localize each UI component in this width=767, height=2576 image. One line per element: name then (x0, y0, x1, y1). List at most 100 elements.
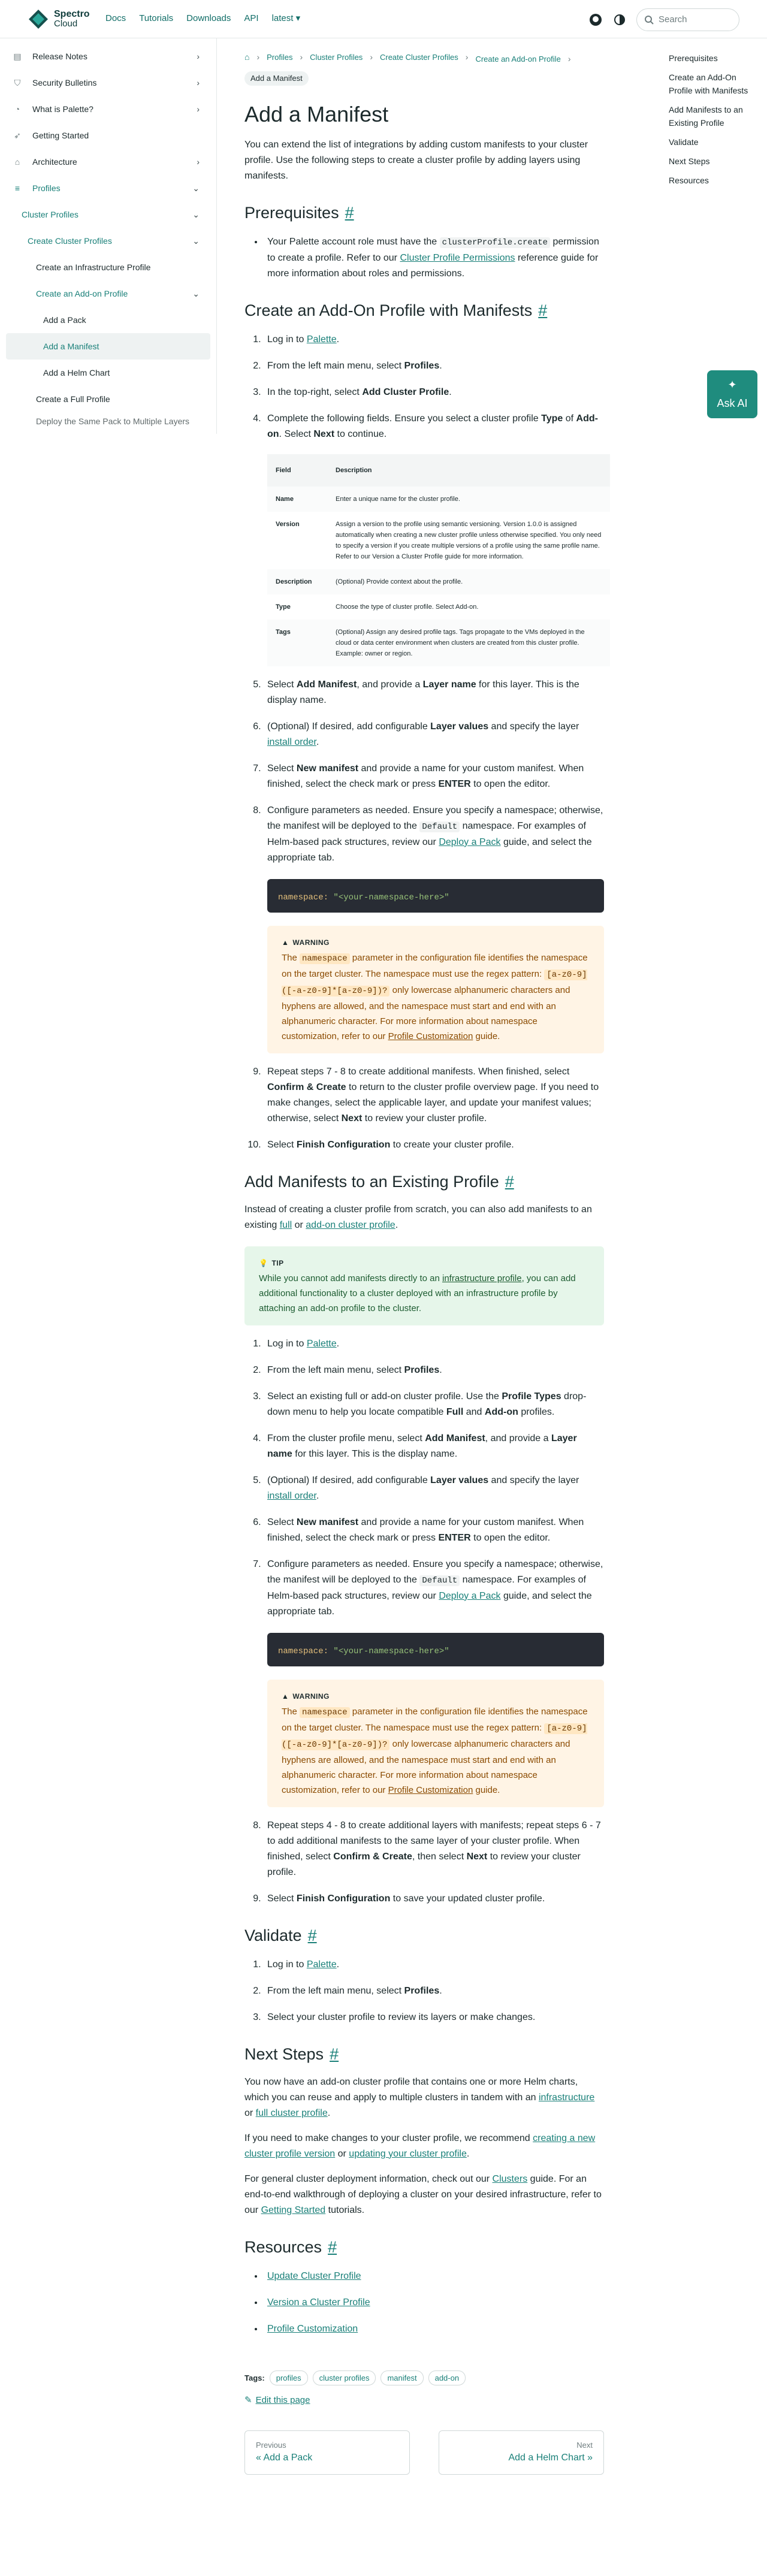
anchor-link[interactable]: # (505, 1173, 514, 1191)
lightbulb-icon: 💡 (259, 1258, 268, 1267)
list-item: Log in to Palette. (264, 1957, 604, 1973)
link-getting-started[interactable]: Getting Started (261, 2205, 326, 2215)
sidebar-item-add-helm-chart[interactable]: Add a Helm Chart (6, 360, 210, 386)
version-dropdown[interactable]: latest (272, 12, 301, 26)
sidebar-item-cluster-profiles[interactable]: Cluster Profiles ⌄ (6, 201, 210, 228)
anchor-link[interactable]: # (308, 1926, 317, 1944)
nav-downloads[interactable]: Downloads (186, 12, 231, 26)
list-item: From the cluster profile menu, select Ad… (264, 1431, 604, 1462)
sidebar-item-release-notes[interactable]: ▤ Release Notes › (6, 43, 210, 70)
list-item: Configure parameters as needed. Ensure y… (264, 1557, 604, 1807)
link-infrastructure-profile[interactable]: infrastructure profile (442, 1273, 522, 1284)
link-profile-customization[interactable]: Profile Customization (388, 1031, 473, 1041)
breadcrumb-cluster-profiles[interactable]: Cluster Profiles (310, 52, 363, 64)
theme-toggle-icon[interactable] (612, 13, 627, 27)
anchor-link[interactable]: # (328, 2238, 337, 2256)
toc-item[interactable]: Next Steps (669, 155, 753, 168)
list-item: Select an existing full or add-on cluste… (264, 1389, 604, 1420)
breadcrumb-profiles[interactable]: Profiles (267, 52, 292, 64)
tag[interactable]: profiles (269, 2370, 308, 2385)
toc-item[interactable]: Add Manifests to an Existing Profile (669, 103, 753, 129)
list-item: Select Finish Configuration to create yo… (264, 1137, 604, 1153)
nav-docs[interactable]: Docs (105, 12, 126, 26)
sidebar-item-create-full-profile[interactable]: Create a Full Profile (6, 386, 210, 412)
sidebar-item-architecture[interactable]: ⌂ Architecture › (6, 149, 210, 175)
chevron-right-icon: › (197, 77, 200, 87)
home-icon[interactable]: ⌂ (244, 51, 249, 64)
toc-item[interactable]: Resources (669, 174, 753, 187)
breadcrumb-create-cluster-profiles[interactable]: Create Cluster Profiles (380, 52, 458, 64)
previous-page-button[interactable]: Previous « Add a Pack (244, 2430, 410, 2475)
link-full-cluster-profile[interactable]: full cluster profile (256, 2108, 328, 2118)
table-row: Tags (Optional) Assign any desired profil… (267, 619, 610, 666)
link-install-order[interactable]: install order (267, 737, 316, 747)
link-addon-profile[interactable]: add-on cluster profile (306, 1220, 395, 1230)
link-update-cluster-profile[interactable]: Update Cluster Profile (267, 2271, 361, 2281)
nav-tutorials[interactable]: Tutorials (139, 12, 173, 26)
profile-icon: ≡ (14, 183, 20, 193)
layers-icon: ⌂ (14, 156, 20, 167)
chevron-down-icon: ⌄ (192, 183, 200, 193)
code-block[interactable]: namespace: "<your-namespace-here>" (267, 1632, 604, 1666)
link-deploy-a-pack[interactable]: Deploy a Pack (439, 1591, 500, 1601)
sidebar-item-what-is-palette[interactable]: ◔ What is Palette? › (6, 96, 210, 122)
link-update-profile[interactable]: updating your cluster profile (349, 2149, 467, 2159)
validate-steps: Log in to Palette. From the left main me… (244, 1957, 604, 2025)
link-palette[interactable]: Palette (307, 334, 337, 345)
list-item: Select Add Manifest, and provide a Layer… (264, 677, 604, 708)
anchor-link[interactable]: # (538, 301, 547, 319)
warning-admonition: ▲ WARNING The namespace parameter in the … (267, 925, 604, 1053)
link-palette[interactable]: Palette (307, 1959, 337, 1970)
sidebar-item-add-manifest[interactable]: Add a Manifest (6, 333, 210, 360)
breadcrumb-current: Add a Manifest (244, 71, 309, 86)
spectro-cloud-logo[interactable]: Spectro Cloud (28, 8, 95, 30)
sidebar-item-create-addon-profile[interactable]: Create an Add-on Profile ⌄ (6, 280, 210, 307)
table-row: Version Assign a version to the profile u… (276, 520, 602, 560)
next-steps-p3: For general cluster deployment informati… (244, 2173, 602, 2215)
sidebar-item-security-bulletins[interactable]: ⛉ Security Bulletins › (6, 70, 210, 96)
anchor-link[interactable]: # (330, 2045, 339, 2063)
search-input[interactable]: Search (636, 8, 739, 31)
ask-ai-button[interactable]: ✦ Ask AI (707, 370, 757, 418)
link-palette[interactable]: Palette (307, 1339, 337, 1349)
next-page-button[interactable]: Next Add a Helm Chart » (439, 2430, 604, 2475)
sidebar-item-getting-started[interactable]: ➶ Getting Started (6, 122, 210, 149)
tag[interactable]: cluster profiles (312, 2370, 376, 2385)
help-icon: ◔ (14, 104, 20, 114)
intro-text: You can extend the list of integrations … (244, 139, 588, 181)
link-full[interactable]: full (280, 1220, 292, 1230)
create-steps: Log in to Palette. From the left main me… (244, 332, 610, 1153)
sidebar-item-create-infrastructure-profile[interactable]: Create an Infrastructure Profile (6, 254, 210, 280)
link-infrastructure[interactable]: infrastructure (539, 2092, 594, 2103)
next-steps-p1: You now have an add-on cluster profile t… (244, 2076, 595, 2118)
sidebar-item-profiles[interactable]: ≡ Profiles ⌄ (6, 175, 210, 201)
link-deploy-a-pack[interactable]: Deploy a Pack (439, 837, 500, 847)
sidebar-item-create-cluster-profiles[interactable]: Create Cluster Profiles ⌄ (6, 228, 210, 254)
link-install-order[interactable]: install order (267, 1491, 316, 1501)
code-block[interactable]: namespace: "<your-namespace-here>" (267, 878, 604, 913)
logo-text: Spectro Cloud (54, 8, 90, 29)
search-placeholder: Search (659, 14, 687, 25)
tag[interactable]: manifest (381, 2370, 424, 2385)
sidebar-item-deploy-same-pack[interactable]: Deploy the Same Pack to Multiple Layers (6, 412, 210, 430)
toc-item[interactable]: Validate (669, 135, 753, 149)
top-navbar: Spectro Cloud Docs Tutorials Downloads AP… (0, 0, 767, 38)
list-item: (Optional) If desired, add configurable … (264, 719, 604, 750)
link-profile-customization[interactable]: Profile Customization (388, 1785, 473, 1795)
anchor-link[interactable]: # (345, 204, 354, 222)
github-icon[interactable] (588, 13, 603, 27)
list-item: In the top-right, select Add Cluster Pro… (264, 385, 604, 400)
edit-page-link[interactable]: ✎ Edit this page (244, 2394, 604, 2408)
breadcrumb-create-addon-profile[interactable]: Create an Add-on Profile (475, 53, 560, 65)
sidebar-item-add-pack[interactable]: Add a Pack (6, 307, 210, 333)
link-version-cluster-profile[interactable]: Version a Cluster Profile (267, 2297, 370, 2308)
link-profile-customization[interactable]: Profile Customization (267, 2324, 358, 2334)
toc-item[interactable]: Create an Add-On Profile with Manifests (669, 71, 753, 97)
link-clusters[interactable]: Clusters (493, 2174, 528, 2184)
nav-api[interactable]: API (244, 12, 258, 26)
link-cluster-profile-permissions[interactable]: Cluster Profile Permissions (400, 253, 515, 263)
list-item: Update Cluster Profile (264, 2269, 604, 2284)
tag[interactable]: add-on (428, 2370, 466, 2385)
toc-item[interactable]: Prerequisites (669, 52, 753, 65)
chevron-right-icon: › (197, 156, 200, 167)
